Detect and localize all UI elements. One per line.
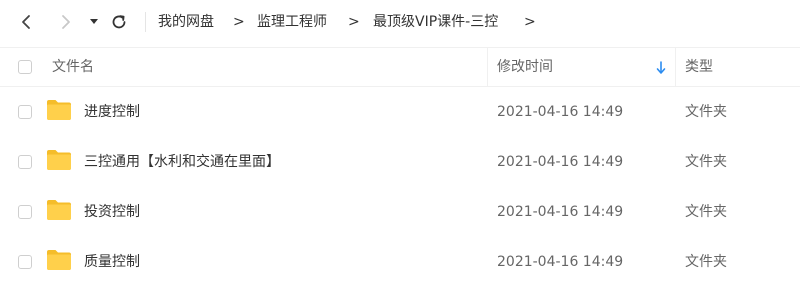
caret-down-icon bbox=[90, 19, 98, 24]
row-checkbox[interactable] bbox=[18, 255, 32, 269]
breadcrumb-item-folder[interactable]: 监理工程师 bbox=[257, 12, 327, 32]
select-all-checkbox[interactable] bbox=[18, 60, 32, 74]
row-checkbox[interactable] bbox=[18, 155, 32, 169]
row-checkbox[interactable] bbox=[18, 105, 32, 119]
file-row[interactable]: 三控通用【水利和交通在里面】 2021-04-16 14:49 文件夹 bbox=[0, 137, 800, 187]
history-dropdown-button[interactable] bbox=[82, 10, 106, 34]
arrow-down-icon[interactable] bbox=[655, 61, 667, 75]
file-modified-time: 2021-04-16 14:49 bbox=[497, 154, 624, 170]
breadcrumb-separator: > bbox=[524, 14, 536, 30]
file-name[interactable]: 质量控制 bbox=[84, 252, 140, 272]
column-divider[interactable] bbox=[487, 48, 488, 86]
file-modified-time: 2021-04-16 14:49 bbox=[497, 254, 624, 270]
column-header-type[interactable]: 类型 bbox=[685, 57, 713, 77]
refresh-icon bbox=[112, 15, 126, 29]
breadcrumb-separator: > bbox=[348, 14, 360, 30]
breadcrumb-item-current[interactable]: 最顶级VIP课件-三控 bbox=[373, 12, 498, 32]
folder-icon bbox=[47, 100, 71, 120]
file-type: 文件夹 bbox=[685, 204, 727, 220]
file-modified-time: 2021-04-16 14:49 bbox=[497, 104, 624, 120]
breadcrumb-separator: > bbox=[233, 14, 245, 30]
row-checkbox[interactable] bbox=[18, 205, 32, 219]
toolbar: 我的网盘 > 监理工程师 > 最顶级VIP课件-三控 > bbox=[0, 0, 800, 44]
file-type: 文件夹 bbox=[685, 154, 727, 170]
file-list-header: 文件名 修改时间 类型 bbox=[0, 47, 800, 87]
file-row[interactable]: 投资控制 2021-04-16 14:49 文件夹 bbox=[0, 187, 800, 237]
file-name[interactable]: 投资控制 bbox=[84, 202, 140, 222]
file-row[interactable]: 质量控制 2021-04-16 14:49 文件夹 bbox=[0, 237, 800, 287]
file-name[interactable]: 三控通用【水利和交通在里面】 bbox=[84, 152, 280, 172]
forward-button[interactable] bbox=[54, 10, 78, 34]
toolbar-divider bbox=[145, 12, 146, 32]
chevron-right-icon bbox=[62, 15, 70, 29]
chevron-left-icon bbox=[22, 15, 30, 29]
column-divider[interactable] bbox=[675, 48, 676, 86]
column-header-modified[interactable]: 修改时间 bbox=[497, 57, 553, 77]
back-button[interactable] bbox=[14, 10, 38, 34]
file-type: 文件夹 bbox=[685, 104, 727, 120]
column-header-name[interactable]: 文件名 bbox=[52, 57, 94, 77]
file-name[interactable]: 进度控制 bbox=[84, 102, 140, 122]
folder-icon bbox=[47, 200, 71, 220]
folder-icon bbox=[47, 250, 71, 270]
file-type: 文件夹 bbox=[685, 254, 727, 270]
breadcrumb-item-home[interactable]: 我的网盘 bbox=[158, 12, 214, 32]
file-modified-time: 2021-04-16 14:49 bbox=[497, 204, 624, 220]
folder-icon bbox=[47, 150, 71, 170]
file-row[interactable]: 进度控制 2021-04-16 14:49 文件夹 bbox=[0, 87, 800, 137]
refresh-button[interactable] bbox=[107, 10, 131, 34]
